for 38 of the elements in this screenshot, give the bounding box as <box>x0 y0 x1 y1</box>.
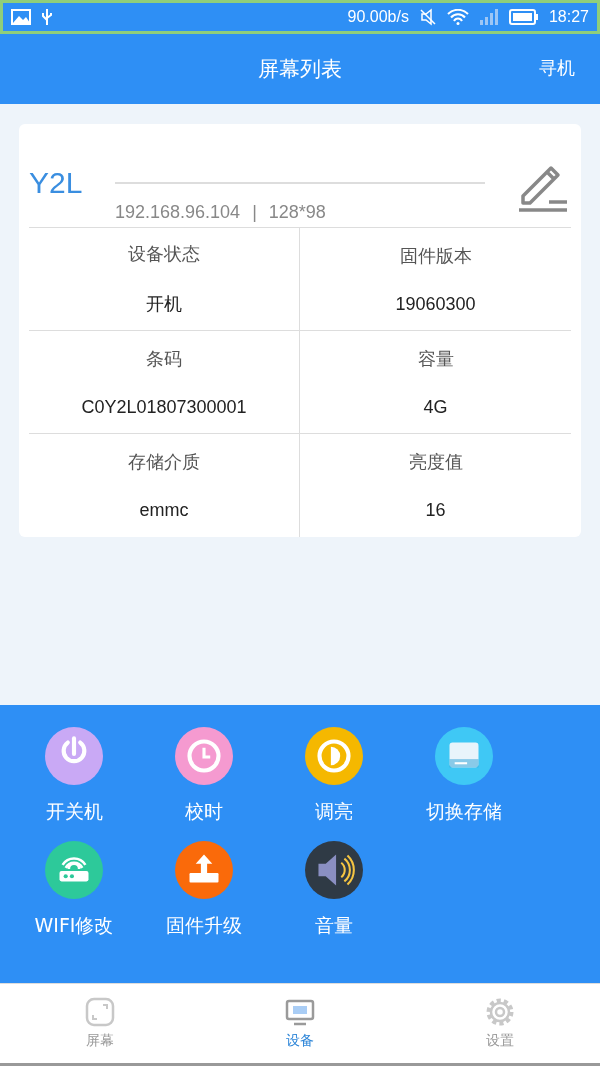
action-button[interactable]: 音量 <box>269 841 399 939</box>
image-icon <box>11 9 31 25</box>
action-button[interactable]: 校时 <box>139 727 269 825</box>
network-speed: 90.00b/s <box>347 8 409 26</box>
frame-icon <box>84 996 116 1028</box>
info-value: emmc <box>139 500 189 521</box>
find-device-link[interactable]: 寻机 <box>539 56 575 80</box>
device-name: Y2L <box>29 165 84 200</box>
usb-icon <box>41 8 53 26</box>
info-label: 存储介质 <box>128 450 200 474</box>
info-label: 亮度值 <box>408 450 463 474</box>
action-button[interactable]: 调亮 <box>269 727 399 825</box>
info-label: 容量 <box>417 346 454 371</box>
page-title: 屏幕列表 <box>258 56 342 83</box>
nav-tab[interactable]: 设备 <box>200 984 400 1063</box>
wifi-icon <box>446 9 469 25</box>
info-value: 16 <box>425 500 446 521</box>
nav-tab[interactable]: 屏幕 <box>0 984 200 1063</box>
info-value: 19060300 <box>395 293 476 315</box>
info-value: C0Y2L01807300001 <box>81 396 247 418</box>
action-button[interactable]: 切换存储 <box>399 727 529 825</box>
ip-address: 192.168.96.104 <box>115 202 241 223</box>
info-label: 设备状态 <box>128 242 200 266</box>
action-button[interactable]: WIFI修改 <box>9 841 139 939</box>
info-label: 条码 <box>146 346 182 371</box>
action-button[interactable]: 开关机 <box>9 727 139 825</box>
info-value: 开机 <box>146 293 182 316</box>
nav-tab[interactable]: 设置 <box>400 984 600 1063</box>
clock-time: 18:27 <box>548 8 589 26</box>
signal-icon <box>478 9 499 25</box>
separator: | <box>252 202 257 223</box>
battery-icon <box>508 9 539 25</box>
info-label: 固件版本 <box>399 243 472 268</box>
info-value: 4G <box>423 396 448 418</box>
resolution: 128*98 <box>268 202 326 223</box>
mute-icon <box>418 8 437 26</box>
settings-icon <box>484 996 516 1028</box>
action-button[interactable]: 固件升级 <box>139 841 269 939</box>
